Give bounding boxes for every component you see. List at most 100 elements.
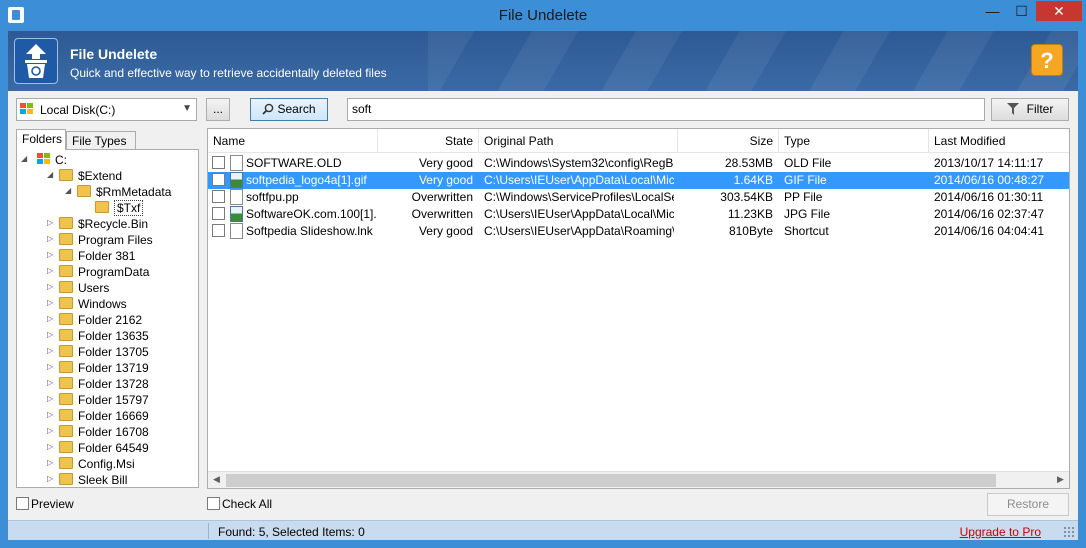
row-checkbox[interactable] [212, 173, 225, 186]
expand-icon[interactable]: ▷ [47, 282, 55, 291]
cell-path: C:\Windows\System32\config\RegB... [484, 156, 674, 170]
folder-icon [59, 473, 73, 485]
tree-item[interactable]: $Txf [17, 200, 197, 216]
preview-checkbox[interactable] [16, 497, 29, 510]
tree-item[interactable]: ▷ Folder 381 [17, 248, 197, 264]
tree-item[interactable]: ▷ $Recycle.Bin [17, 216, 197, 232]
column-header-name[interactable]: Name [208, 129, 378, 153]
tree-item[interactable]: ▷ Windows [17, 296, 197, 312]
cell-size: 11.23KB [727, 207, 773, 221]
cell-path: C:\Users\IEUser\AppData\Local\Micr... [484, 173, 674, 187]
expand-icon[interactable]: ▷ [47, 458, 55, 467]
cell-modified: 2013/10/17 14:11:17 [934, 156, 1044, 170]
expand-icon[interactable]: ▷ [47, 314, 55, 323]
cell-type: Shortcut [784, 224, 829, 238]
tree-item[interactable]: ▷ Folder 13705 [17, 344, 197, 360]
cell-size: 303.54KB [720, 190, 773, 204]
tree-item[interactable]: ▷ Folder 64549 [17, 440, 197, 456]
scroll-left-icon[interactable]: ◀ [208, 474, 225, 485]
tree-item-label: $Recycle.Bin [78, 217, 149, 231]
expand-icon[interactable]: ▷ [47, 410, 55, 419]
tree-item[interactable]: ▷ Folder 13728 [17, 376, 197, 392]
minimize-button[interactable]: — [979, 1, 1006, 21]
browse-button[interactable]: ... [206, 98, 230, 121]
search-button[interactable]: Search [250, 98, 328, 121]
recycle-bin-logo-icon [14, 38, 58, 84]
expand-icon[interactable]: ▷ [47, 298, 55, 307]
check-all-checkbox[interactable] [207, 497, 220, 510]
expand-icon[interactable]: ▷ [47, 330, 55, 339]
expand-icon[interactable]: ▷ [47, 394, 55, 403]
tree-item[interactable]: ▷ Config.Msi [17, 456, 197, 472]
close-button[interactable]: ✕ [1036, 1, 1082, 21]
restore-button[interactable]: Restore [987, 493, 1069, 516]
expand-icon[interactable]: ▷ [47, 378, 55, 387]
folder-icon [95, 201, 109, 213]
row-checkbox[interactable] [212, 156, 225, 169]
expand-icon[interactable]: ▷ [47, 346, 55, 355]
collapse-icon[interactable]: ◢ [47, 170, 55, 179]
document-icon [230, 155, 243, 171]
table-row[interactable]: softfpu.pp Overwritten C:\Windows\ServiceP… [208, 189, 1069, 206]
folder-icon [59, 217, 73, 229]
column-header-size[interactable]: Size [678, 129, 779, 153]
expand-icon[interactable]: ▷ [47, 250, 55, 259]
expand-icon[interactable]: ▷ [47, 474, 55, 483]
row-checkbox[interactable] [212, 224, 225, 237]
tree-item[interactable]: ◢ $RmMetadata [17, 184, 197, 200]
search-input[interactable]: soft [347, 98, 985, 121]
cell-path: C:\Users\IEUser\AppData\Roaming\... [484, 224, 674, 238]
tree-item-label: C: [55, 153, 67, 167]
expand-icon[interactable]: ▷ [47, 362, 55, 371]
expand-icon[interactable]: ▷ [47, 266, 55, 275]
folder-icon [77, 185, 91, 197]
cell-name: softfpu.pp [246, 190, 299, 204]
scroll-right-icon[interactable]: ▶ [1052, 474, 1069, 485]
tree-item[interactable]: ▷ Folder 2162 [17, 312, 197, 328]
column-header-state[interactable]: State [378, 129, 479, 153]
column-header-modified[interactable]: Last Modified [929, 129, 1069, 153]
tree-item[interactable]: ▷ Folder 15797 [17, 392, 197, 408]
tree-item[interactable]: ▷ ProgramData [17, 264, 197, 280]
filter-button[interactable]: Filter [991, 98, 1069, 121]
collapse-icon[interactable]: ◢ [65, 186, 73, 195]
tree-item[interactable]: ▷ Folder 16669 [17, 408, 197, 424]
tree-item-label: Folder 16669 [78, 409, 149, 423]
folder-tree[interactable]: ◢ C: ◢ $Extend ◢ $RmMetadata $Txf ▷ $Recycle.Bin… [16, 149, 199, 488]
upgrade-link[interactable]: Upgrade to Pro [960, 525, 1041, 539]
table-row[interactable]: Softpedia Slideshow.lnk Very good C:\Users… [208, 223, 1069, 240]
expand-icon[interactable]: ▷ [47, 426, 55, 435]
row-checkbox[interactable] [212, 190, 225, 203]
cell-modified: 2014/06/16 02:37:47 [934, 207, 1045, 221]
tree-item[interactable]: ▷ Folder 13719 [17, 360, 197, 376]
column-header-type[interactable]: Type [779, 129, 929, 153]
drive-label: Local Disk(C:) [40, 103, 116, 117]
cell-type: PP File [784, 190, 823, 204]
tab-file-types[interactable]: File Types [66, 131, 136, 150]
drive-dropdown[interactable]: Local Disk(C:) ▼ [16, 98, 197, 121]
maximize-button[interactable]: ☐ [1008, 1, 1035, 21]
tree-item[interactable]: ▷ Users [17, 280, 197, 296]
folder-icon [59, 265, 73, 277]
resize-grip-icon[interactable] [1063, 526, 1075, 538]
table-row[interactable]: SOFTWARE.OLD Very good C:\Windows\System32… [208, 155, 1069, 172]
row-checkbox[interactable] [212, 207, 225, 220]
tab-folders[interactable]: Folders [16, 129, 66, 150]
tree-item[interactable]: ▷ Program Files [17, 232, 197, 248]
collapse-icon[interactable]: ◢ [21, 154, 29, 163]
expand-icon[interactable]: ▷ [47, 442, 55, 451]
file-list[interactable]: Name State Original Path Size Type Last … [207, 128, 1070, 489]
table-row[interactable]: softpedia_logo4a[1].gif Very good C:\Users… [208, 172, 1069, 189]
help-button[interactable]: ? [1031, 44, 1063, 76]
expand-icon[interactable]: ▷ [47, 234, 55, 243]
tree-item[interactable]: ◢ $Extend [17, 168, 197, 184]
column-header-path[interactable]: Original Path [479, 129, 678, 153]
tree-item[interactable]: ◢ C: [17, 152, 197, 168]
expand-icon[interactable]: ▷ [47, 218, 55, 227]
table-row[interactable]: SoftwareOK.com.100[1]... Overwritten C:\Us… [208, 206, 1069, 223]
horizontal-scrollbar[interactable]: ◀ ▶ [208, 471, 1069, 488]
tree-item[interactable]: ▷ Folder 13635 [17, 328, 197, 344]
scrollbar-thumb[interactable] [226, 474, 996, 487]
tree-item[interactable]: ▷ Sleek Bill [17, 472, 197, 487]
tree-item[interactable]: ▷ Folder 16708 [17, 424, 197, 440]
